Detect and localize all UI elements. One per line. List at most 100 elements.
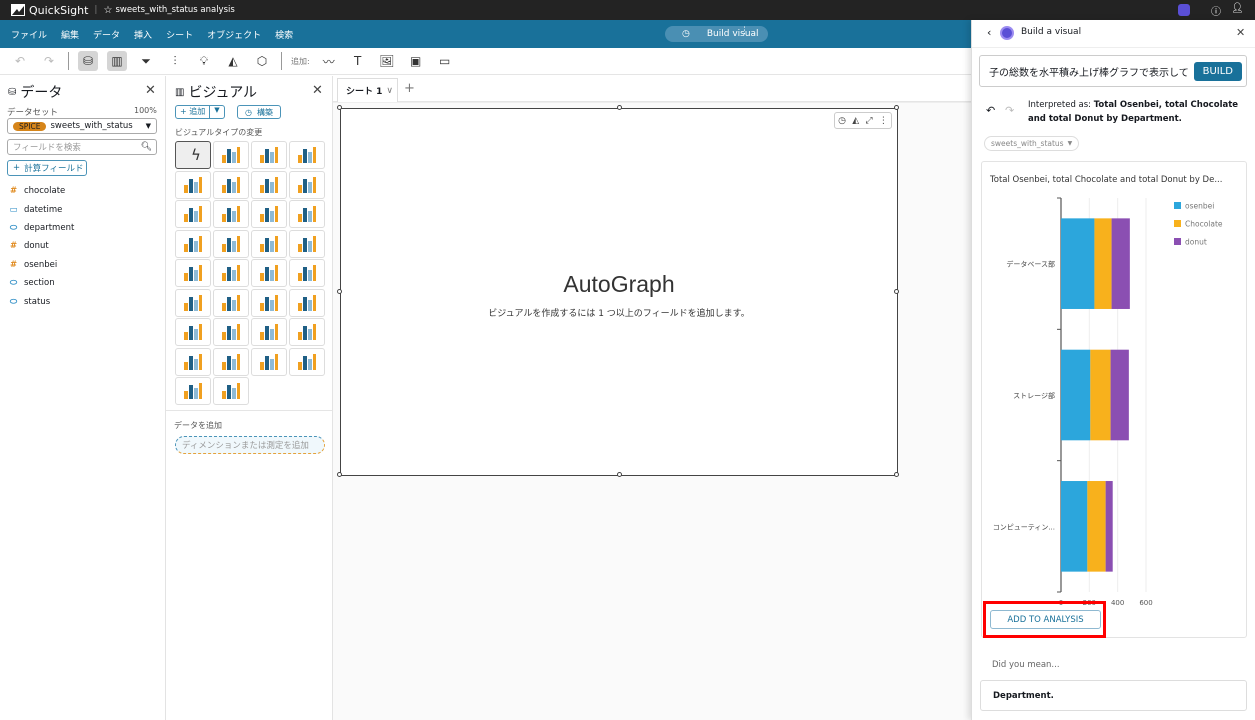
visual-type-horizontal-clustered-bar[interactable] — [289, 170, 325, 199]
visual-type-autograph[interactable]: ϟ — [175, 141, 211, 169]
add-visual-button[interactable]: + 追加 ▼ — [175, 105, 225, 119]
star-icon[interactable]: ☆ — [103, 5, 112, 16]
chevron-down-icon[interactable]: ∨ — [386, 86, 393, 96]
field-osenbei[interactable]: # osenbei — [0, 256, 165, 274]
plus-icon: + — [13, 163, 21, 173]
themes-icon[interactable]: ◭ — [223, 51, 243, 71]
menu-edit[interactable]: 編集 — [61, 28, 79, 41]
tab-sheet-1[interactable]: シート 1 ∨ — [337, 78, 398, 102]
database-icon[interactable]: ⛁ — [78, 51, 98, 71]
resize-handle[interactable] — [337, 472, 342, 477]
field-department[interactable]: ⬭ department — [0, 219, 165, 237]
add-field-dropzone[interactable]: ディメンションまたは測定を追加 — [175, 436, 325, 454]
close-icon[interactable]: ✕ — [312, 83, 323, 98]
expand-icon[interactable]: ⤢ — [865, 116, 872, 126]
visual-type-histogram[interactable] — [289, 288, 325, 317]
visual-icon[interactable]: ▥ — [107, 51, 127, 71]
visual-type-gauge[interactable] — [251, 141, 287, 169]
field-status[interactable]: ⬭ status — [0, 292, 165, 310]
add-sheet-icon[interactable]: + — [404, 81, 415, 96]
menu-search[interactable]: 検索 — [275, 28, 293, 41]
menu-file[interactable]: ファイル — [11, 28, 47, 41]
add-insight-icon[interactable]: ▣ — [406, 51, 426, 71]
calendar-icon: ▭ — [9, 204, 18, 215]
field-donut[interactable]: # donut — [0, 237, 165, 255]
visual-type-scatter[interactable] — [251, 288, 287, 317]
field-section[interactable]: ⬭ section — [0, 274, 165, 292]
visual-type-radar[interactable] — [213, 347, 249, 376]
filter-icon[interactable]: ⏷ — [136, 51, 156, 71]
visual-type-geo-map[interactable] — [175, 347, 211, 376]
q-topics-icon[interactable]: ⬡ — [252, 51, 272, 71]
visual-type-donut[interactable] — [289, 141, 325, 169]
field-search-input[interactable]: フィールドを検索 🔍︎ — [7, 139, 157, 155]
insight-icon[interactable]: 💡︎ — [194, 51, 214, 71]
menu-data[interactable]: データ — [93, 28, 120, 41]
menu-insert[interactable]: 挿入 — [134, 28, 152, 41]
app-name[interactable]: QuickSight — [29, 4, 88, 17]
category-label: ストレージ部 — [1013, 391, 1055, 400]
add-text-icon[interactable]: T — [348, 51, 368, 71]
visual-type-custom-content[interactable] — [175, 377, 211, 405]
analysis-title[interactable]: sweets_with_status analysis — [115, 5, 234, 15]
build-icon[interactable]: ◷ — [838, 116, 846, 126]
visual-type-bar-line-combo[interactable] — [289, 229, 325, 258]
q-icon[interactable] — [1178, 4, 1190, 16]
menu-sheet[interactable]: シート — [166, 28, 193, 41]
resize-handle[interactable] — [617, 472, 622, 477]
resize-handle[interactable] — [894, 289, 899, 294]
visual-type-filled-map[interactable] — [251, 318, 287, 346]
resize-handle[interactable] — [617, 105, 622, 110]
visual-type-vertical-clustered-bar[interactable] — [175, 200, 211, 228]
visual-type-table[interactable] — [289, 259, 325, 287]
calc-field-button[interactable]: + 計算フィールド — [7, 160, 87, 176]
visual-type-waterfall[interactable] — [289, 200, 325, 228]
suggestion-item[interactable]: Department. — [980, 680, 1247, 711]
redo-icon[interactable]: ↷ — [39, 51, 59, 71]
visual-type-highcharts[interactable] — [213, 377, 249, 405]
add-image-icon[interactable]: 🖼︎ — [377, 51, 397, 71]
menu-object[interactable]: オブジェクト — [207, 28, 261, 41]
visual-type-tree-map[interactable] — [213, 288, 249, 317]
help-icon[interactable]: ⓘ — [1211, 3, 1221, 18]
visual-type-box-plot[interactable] — [213, 259, 249, 287]
visual-type-horizontal-stacked-bar[interactable] — [213, 200, 249, 228]
visual-type-stacked-area[interactable] — [251, 229, 287, 258]
visual-type-clustered-bar-line-combo[interactable] — [175, 259, 211, 287]
resize-handle[interactable] — [337, 105, 342, 110]
format-icon[interactable]: ◭ — [852, 116, 859, 126]
visual-type-word-cloud[interactable] — [289, 347, 325, 376]
visual-type-vertical-bar[interactable] — [251, 170, 287, 199]
undo-icon[interactable]: ↶ — [10, 51, 30, 71]
visual-type-horizontal-bar[interactable] — [213, 170, 249, 199]
build-button[interactable]: ◷ 構築 — [237, 105, 281, 119]
visual-type-funnel[interactable] — [175, 318, 211, 346]
visual-type-sankey[interactable] — [213, 318, 249, 346]
build-visual-button[interactable]: ◷ Build visual — [665, 26, 768, 42]
resize-handle[interactable] — [894, 105, 899, 110]
close-icon[interactable]: ✕ — [145, 83, 156, 98]
visual-type-area[interactable] — [213, 229, 249, 258]
more-icon[interactable]: ⋮ — [740, 26, 749, 36]
more-icon[interactable]: ⋮ — [879, 116, 888, 126]
chevron-down-icon[interactable]: ▼ — [210, 106, 223, 118]
dataset-select[interactable]: SPICE sweets_with_status ▼ — [7, 118, 157, 134]
visual-type-insight[interactable] — [251, 347, 287, 376]
visual-type-kpi[interactable] — [213, 141, 249, 169]
field-datetime[interactable]: ▭ datetime — [0, 200, 165, 218]
visual-type-vertical-stacked-bar[interactable] — [251, 200, 287, 228]
add-embed-icon[interactable]: ▭ — [435, 51, 455, 71]
user-icon[interactable]: 👤︎ — [1231, 3, 1244, 14]
visual-type-line[interactable] — [175, 229, 211, 258]
visual-type-pivot-table[interactable] — [251, 259, 287, 287]
visual-type-points-map[interactable] — [289, 318, 325, 346]
resize-handle[interactable] — [894, 472, 899, 477]
parameters-icon[interactable]: ⫶ — [165, 51, 185, 71]
add-line-icon[interactable]: 〰 — [319, 51, 339, 71]
resize-handle[interactable] — [337, 289, 342, 294]
autograph-visual[interactable]: ◷ ◭ ⤢ ⋮ AutoGraph ビジュアルを作成するには 1 つ以上のフィールドを… — [337, 105, 899, 477]
visual-type-heat-map[interactable] — [175, 288, 211, 317]
visual-type-pie[interactable] — [175, 170, 211, 199]
add-to-analysis-button[interactable]: ADD TO ANALYSIS — [990, 610, 1101, 629]
field-chocolate[interactable]: # chocolate — [0, 182, 165, 200]
